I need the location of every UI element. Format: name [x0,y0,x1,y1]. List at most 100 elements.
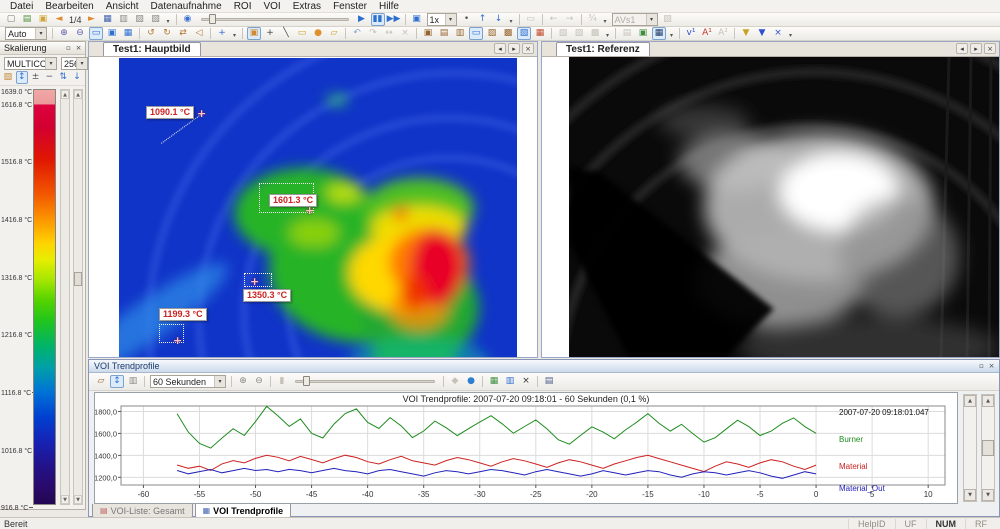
save-options-dropdown[interactable]: ▾ [164,13,173,26]
scroll-down-icon[interactable]: ▼ [61,495,69,504]
menu-item-fenster[interactable]: Fenster [327,1,373,12]
scale-shift-button[interactable]: ↓ [71,71,83,84]
step-up-button[interactable]: ↑ [476,13,490,26]
rotate-left-button[interactable]: ↺ [144,27,158,40]
new-document-button[interactable]: ▢ [4,13,18,26]
roi-delete-button[interactable]: × [398,27,412,40]
temperature-marker[interactable]: 1350.3 °C [243,289,291,302]
full-image-button[interactable]: ▦ [121,27,135,40]
tab-voi-trendprofile[interactable]: ▦ VOI Trendprofile [195,504,292,518]
roi-undo-button[interactable]: ↶ [350,27,364,40]
trend-export-button[interactable]: ▦ [487,375,501,388]
levels-combo[interactable]: 256 ▾ [61,57,88,70]
tab-voi-liste[interactable]: ▤ VOI-Liste: Gesamt [92,504,193,518]
menu-item-ansicht[interactable]: Ansicht [100,1,145,12]
audio-annotation-button[interactable]: ◉ [181,13,195,26]
voi-mark-yellow-button[interactable]: ▼ [739,27,753,40]
prev-window-icon[interactable]: ◂ [956,43,968,54]
trend-clear-button[interactable]: × [519,375,533,388]
chevron-down-icon[interactable]: ▾ [646,14,657,25]
scale-manual-button[interactable]: − [43,71,55,84]
pin-icon[interactable]: ▫ [977,362,986,370]
scrollbar-thumb[interactable] [74,272,82,286]
voi-value-abs-button[interactable]: v¹ [684,27,698,40]
trend-cursor-button[interactable]: ▮ [275,375,289,388]
zoom-options-dropdown[interactable]: ▾ [601,13,610,26]
flip-vertical-button[interactable]: ◁ [192,27,206,40]
record-button[interactable]: ▣ [410,13,424,26]
menu-item-roi[interactable]: ROI [228,1,258,12]
marker-dot-icon[interactable]: • [460,13,474,26]
slider-thumb[interactable] [209,14,216,24]
menu-item-datenaufnahme[interactable]: Datenaufnahme [145,1,228,12]
chevron-down-icon[interactable]: ▾ [214,376,225,387]
legend-item-material-out[interactable]: Material_Out [839,484,885,493]
menu-item-hilfe[interactable]: Hilfe [373,1,405,12]
legend-item-burner[interactable]: Burner [839,435,863,444]
roi-group-button[interactable]: ▩ [501,27,515,40]
zoom-in-button[interactable]: ⊕ [57,27,71,40]
copy-clipboard-button[interactable]: ▨ [133,13,147,26]
next-window-icon[interactable]: ▸ [508,43,520,54]
next-window-icon[interactable]: ▸ [970,43,982,54]
scroll-up-icon[interactable]: ▲ [964,395,976,407]
fast-forward-button[interactable]: ▶▶ [387,13,401,26]
trend-interval-combo[interactable]: 60 Sekunden▾ [150,375,226,388]
scroll-up-icon[interactable]: ▲ [61,90,69,99]
previous-result-button[interactable]: ← [547,13,561,26]
step-down-button[interactable]: ↓ [492,13,506,26]
roi-resize-button[interactable]: ↔ [382,27,396,40]
slider-track[interactable] [201,18,349,21]
scaling-mode-combo[interactable]: Auto▾ [5,27,47,40]
zoom-out-button[interactable]: ⊖ [73,27,87,40]
save-button[interactable]: ▦ [101,13,115,26]
add-roi-rect-button[interactable]: ▭ [295,27,309,40]
trend-position-slider[interactable] [295,375,435,388]
voi-value-max-button[interactable]: A¹ [700,27,714,40]
trend-scale-button[interactable]: ▥ [126,375,140,388]
voi-options-dropdown[interactable]: ▾ [667,27,676,40]
menu-item-bearbeiten[interactable]: Bearbeiten [39,1,99,12]
roi-flag-button[interactable]: ▧ [517,27,531,40]
trend-select-button[interactable]: ◆ [448,375,462,388]
rotate-right-button[interactable]: ↻ [160,27,174,40]
menu-item-extras[interactable]: Extras [287,1,327,12]
trend-live-button[interactable]: ● [464,375,478,388]
avs-combo[interactable]: AVs1▾ [612,13,658,26]
menu-item-voi[interactable]: VOI [257,1,286,12]
percent-view-button[interactable]: ¾ [586,13,600,26]
actual-size-button[interactable]: ▣ [105,27,119,40]
trend-scrollbar-left[interactable]: ▲ ▼ [963,394,977,502]
palette-combo[interactable]: MULTICOLOR ▾ [4,57,57,70]
roi-histogram-button[interactable]: ▨ [572,27,586,40]
reference-image-area[interactable] [542,57,999,357]
legend-item-material[interactable]: Material [839,462,867,471]
menu-item-datei[interactable]: Datei [4,1,39,12]
scale-auto-button[interactable]: ± [30,71,42,84]
scale-fit-button[interactable]: ↕ [16,71,28,84]
add-roi-point-button[interactable]: + [263,27,277,40]
thermal-image-area[interactable]: 1090.1 °C + 1601.3 °C + 1350.3 °C + 1199… [89,57,537,357]
trend-zoom-in-button[interactable]: ⊕ [236,375,250,388]
voi-list-button[interactable]: ▤ [620,27,634,40]
scroll-down-icon[interactable]: ▼ [982,489,994,501]
next-result-button[interactable]: → [563,13,577,26]
scale-min-scrollbar[interactable]: ▲ ▼ [60,89,70,505]
roi-lock-button[interactable]: ▭ [469,27,483,40]
scroll-up-icon[interactable]: ▲ [982,395,994,407]
roi-redo-button[interactable]: ↷ [366,27,380,40]
color-scale-bar[interactable] [33,89,56,505]
open-report-button[interactable]: ▤ [20,13,34,26]
roi-edit-button[interactable]: ▥ [453,27,467,40]
roi-export-button[interactable]: ▦ [533,27,547,40]
scroll-up-icon[interactable]: ▲ [74,90,82,99]
chevron-down-icon[interactable]: ▾ [76,58,87,69]
tab-hauptbild[interactable]: Test1: Hauptbild [103,42,201,56]
fit-to-window-button[interactable]: ▭ [89,27,103,40]
voi-mark-blue-button[interactable]: ▼ [755,27,769,40]
previous-frame-button[interactable]: ◄ [52,13,66,26]
roi-label-button[interactable]: ▨ [485,27,499,40]
roi-options-dropdown[interactable]: ▾ [603,27,612,40]
link-views-button[interactable]: ▭ [524,13,538,26]
tab-referenz[interactable]: Test1: Referenz [556,42,650,56]
